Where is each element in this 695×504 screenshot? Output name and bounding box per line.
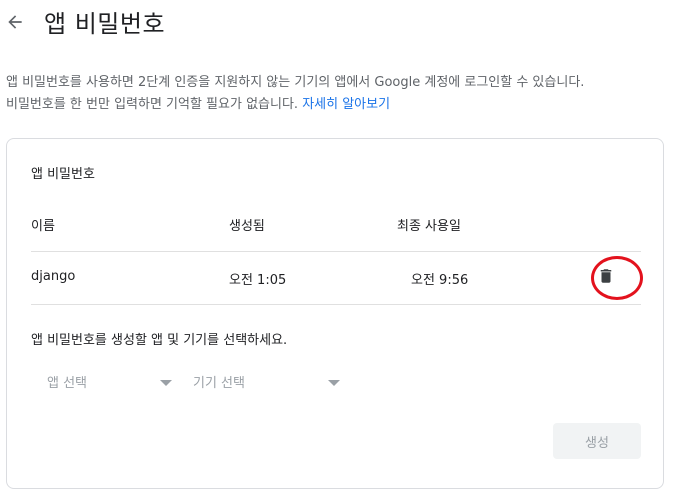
device-select-label: 기기 선택 xyxy=(193,376,245,391)
row-name: django xyxy=(31,269,76,284)
description-line-2-text: 비밀번호를 한 번만 입력하면 기억할 필요가 없습니다. xyxy=(6,97,299,112)
app-select-label: 앱 선택 xyxy=(47,376,88,391)
device-select-dropdown[interactable]: 기기 선택 xyxy=(193,369,343,393)
card-title: 앱 비밀번호 xyxy=(31,167,95,182)
row-last-used: 오전 9:56 xyxy=(411,273,469,288)
page-header: 앱 비밀번호 xyxy=(0,0,695,44)
back-button[interactable] xyxy=(2,9,28,35)
select-prompt: 앱 비밀번호를 생성할 앱 및 기기를 선택하세요. xyxy=(31,333,288,348)
row-created: 오전 1:05 xyxy=(229,273,287,288)
delete-app-password-button[interactable] xyxy=(590,260,622,292)
chevron-down-icon xyxy=(160,380,172,386)
description-line-2: 비밀번호를 한 번만 입력하면 기억할 필요가 없습니다. 자세히 알아보기 xyxy=(6,94,686,116)
generate-button[interactable]: 생성 xyxy=(553,423,641,459)
learn-more-link[interactable]: 자세히 알아보기 xyxy=(302,97,390,112)
column-header-created: 생성됨 xyxy=(229,219,265,234)
app-passwords-page: 앱 비밀번호 앱 비밀번호를 사용하면 2단계 인증을 지원하지 않는 기기의 … xyxy=(0,0,695,504)
column-header-last-used: 최종 사용일 xyxy=(397,219,461,234)
page-title: 앱 비밀번호 xyxy=(44,10,166,38)
arrow-back-icon xyxy=(8,15,22,29)
chevron-down-icon xyxy=(328,380,340,386)
description-line-1: 앱 비밀번호를 사용하면 2단계 인증을 지원하지 않는 기기의 앱에서 Goo… xyxy=(6,75,585,90)
description: 앱 비밀번호를 사용하면 2단계 인증을 지원하지 않는 기기의 앱에서 Goo… xyxy=(6,72,686,116)
column-header-name: 이름 xyxy=(31,219,55,234)
row-divider-top xyxy=(31,251,641,252)
app-passwords-card: 앱 비밀번호 이름 생성됨 최종 사용일 django 오전 1:05 오전 9… xyxy=(6,138,664,489)
trash-icon xyxy=(600,269,612,283)
app-select-dropdown[interactable]: 앱 선택 xyxy=(47,369,175,393)
row-divider-bottom xyxy=(31,304,641,305)
